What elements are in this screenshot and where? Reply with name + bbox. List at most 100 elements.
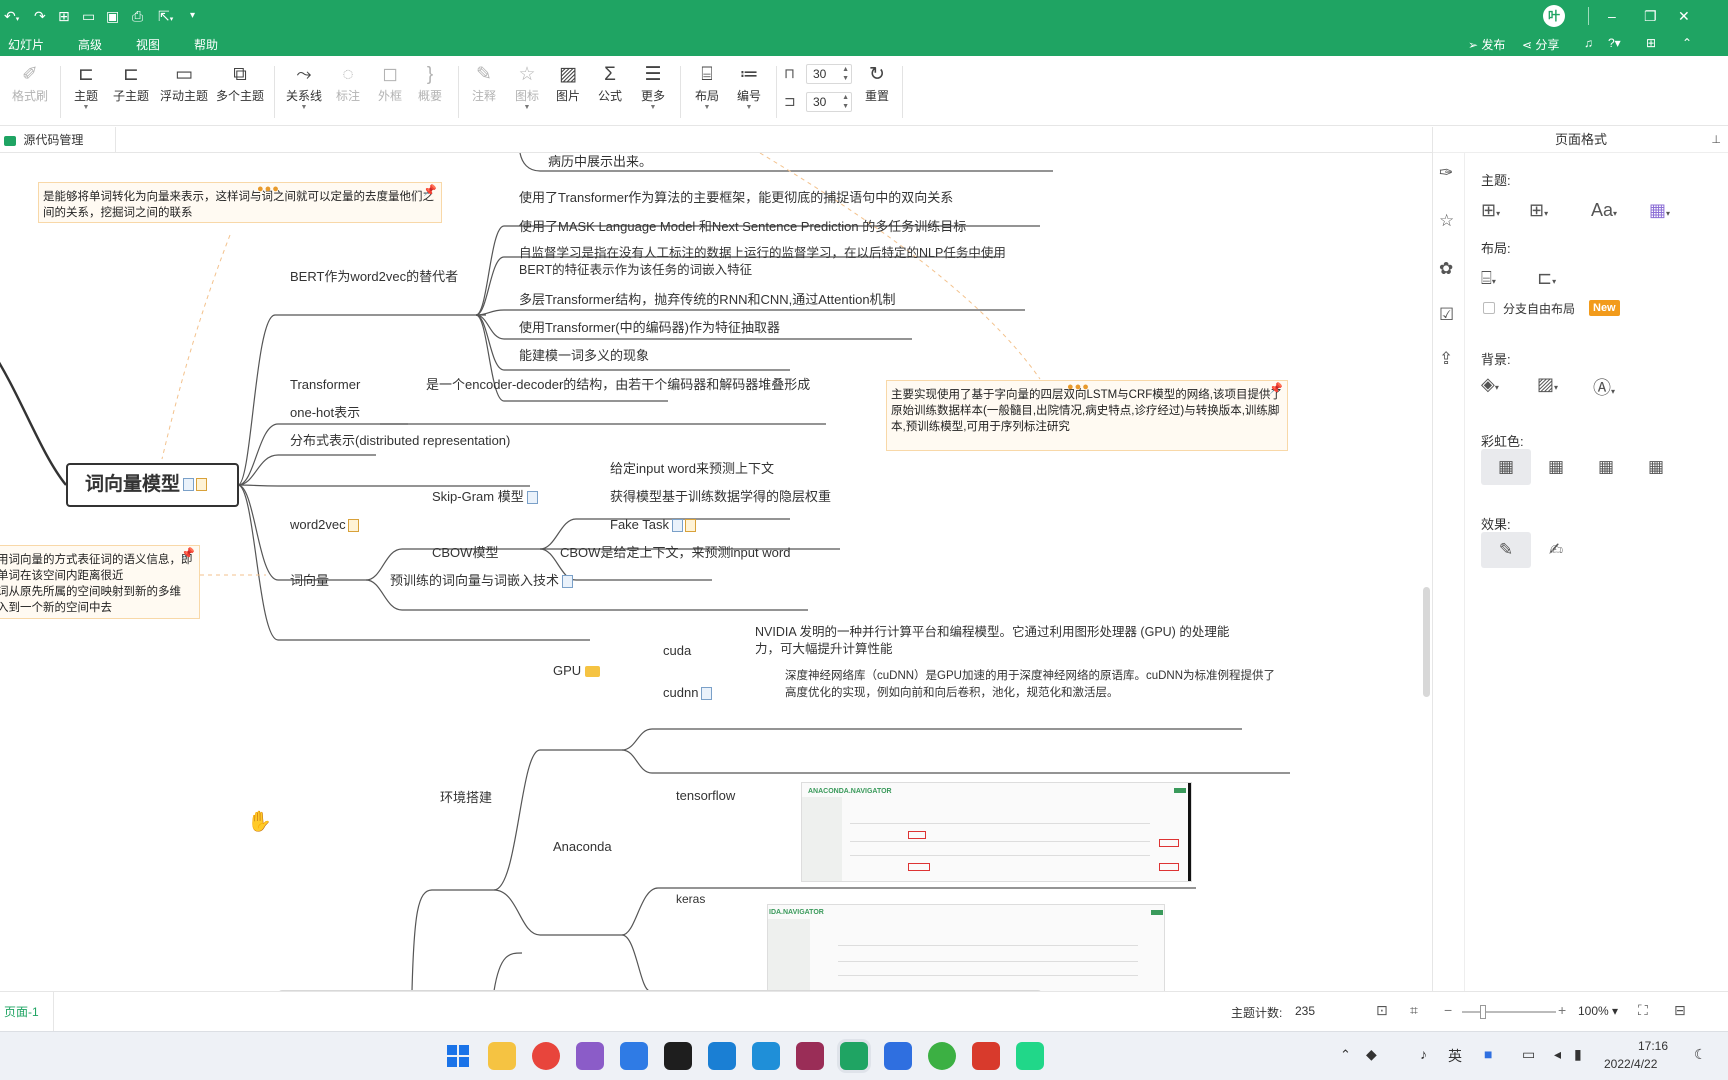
intellij-icon[interactable] (664, 1042, 692, 1070)
note-icon[interactable] (562, 575, 574, 589)
tab-source-control[interactable]: 源代码管理 (0, 127, 116, 153)
topic-tensorflow[interactable]: tensorflow (676, 788, 735, 804)
zoom-slider[interactable] (1462, 1005, 1556, 1019)
rainbow-option-4[interactable]: ▦ (1631, 449, 1681, 485)
multi-topic-button[interactable]: ⧉ 多个主题 (216, 62, 264, 104)
topic-node[interactable]: 预训练的词向量与词嵌入技术 (390, 573, 574, 589)
topic-node[interactable]: 深度神经网络库（cuDNN）是GPU加速的用于深度神经网络的原语库。cuDNN为… (785, 668, 1285, 702)
tray-app-icon-2[interactable]: ■ (1484, 1046, 1492, 1062)
notification-icon[interactable]: ☾ (1694, 1046, 1707, 1063)
font-icon[interactable]: Aa▾ (1591, 200, 1617, 221)
zoom-level[interactable]: 100% ▾ (1578, 1004, 1618, 1018)
folder-icon[interactable] (585, 666, 601, 678)
new-file-icon[interactable]: ⊞ (58, 6, 70, 26)
topic-node[interactable]: 使用Transformer(中的编码器)作为特征抽取器 (519, 320, 780, 336)
link-icon[interactable] (347, 519, 359, 533)
close-icon[interactable]: ✕ (1678, 6, 1690, 26)
rainbow-option-3[interactable]: ▦ (1581, 449, 1631, 485)
pin-panel-icon[interactable]: ⊥ (1711, 127, 1721, 153)
topic-node[interactable]: 使用了MASK Language Model 和Next Sentence Pr… (519, 219, 966, 235)
more-button[interactable]: ☰ 更多 ▼ (631, 62, 675, 112)
note-icon[interactable] (701, 687, 713, 701)
wps-icon[interactable] (972, 1042, 1000, 1070)
topic-cuda[interactable]: cuda (663, 643, 691, 659)
collapse-icon[interactable]: ⌃ (1682, 36, 1692, 50)
app-icon[interactable] (796, 1042, 824, 1070)
clock-date[interactable]: 2022/4/22 (1604, 1057, 1657, 1071)
visual-studio-icon[interactable] (576, 1042, 604, 1070)
summary-button[interactable]: } 概要 (408, 62, 452, 104)
note-icon[interactable] (183, 478, 195, 492)
comment-button[interactable]: ✎ 注释 (462, 62, 506, 104)
link-icon[interactable] (196, 478, 208, 492)
topic-distributed[interactable]: 分布式表示(distributed representation) (290, 433, 510, 449)
outline-icon[interactable]: ⇪ (1439, 349, 1453, 369)
topic-node[interactable]: 能建模一词多义的现象 (519, 348, 649, 364)
topic-node[interactable]: 是一个encoder-decoder的结构，由若干个编码器和解码器堆叠形成 (426, 377, 810, 393)
apps-icon[interactable]: ⊞ (1646, 36, 1656, 50)
wechat-icon[interactable] (928, 1042, 956, 1070)
spinner-arrows-icon[interactable]: ▲ ▼ (842, 65, 849, 83)
topic-gpu[interactable]: GPU (553, 663, 601, 679)
zoom-in-icon[interactable]: + (1558, 1002, 1566, 1018)
drag-handle-icon[interactable]: ●●● (1067, 379, 1090, 395)
style-icon[interactable]: ✑ (1439, 163, 1453, 183)
export-icon[interactable]: ⇱▾ (158, 6, 173, 30)
topic-node[interactable]: 多层Transformer结构，抛弃传统的RNN和CNN,通过Attention… (519, 292, 896, 308)
topic-onehot[interactable]: one-hot表示 (290, 405, 360, 421)
clipart-icon[interactable]: ✿ (1439, 259, 1453, 279)
fill-color-icon[interactable]: ◈▾ (1481, 374, 1499, 395)
rainbow-option-1[interactable]: ▦ (1481, 449, 1531, 485)
vscode-icon[interactable] (708, 1042, 736, 1070)
network-icon[interactable]: ▭ (1522, 1046, 1535, 1063)
restore-icon[interactable]: ❐ (1644, 6, 1657, 26)
open-folder-icon[interactable]: ▭ (82, 6, 95, 26)
subtopic-button[interactable]: ⊏ 子主题 (109, 62, 153, 104)
formula-button[interactable]: Σ 公式 (588, 62, 632, 104)
fit-window-icon[interactable]: ⌗ (1410, 1002, 1418, 1019)
drag-handle-icon[interactable]: ●●● (257, 181, 280, 197)
avatar[interactable]: 叶 (1543, 5, 1565, 27)
undo-icon[interactable]: ↶▾ (4, 6, 19, 30)
floating-note[interactable]: ●●● 📌 主要实现使用了基于字向量的四层双向LSTM与CRF模型的网络,该项目… (886, 380, 1288, 451)
topic-cbow[interactable]: CBOW模型 (432, 545, 498, 561)
layout-structure-icon[interactable]: ⌸▾ (1481, 268, 1496, 289)
topic-fake-task[interactable]: Fake Task (610, 517, 697, 533)
minimize-icon[interactable]: – (1608, 6, 1616, 26)
topic-wordvec[interactable]: 词向量 (290, 573, 329, 589)
start-icon[interactable] (444, 1042, 472, 1070)
note-icon[interactable] (526, 491, 538, 505)
topic-node[interactable]: 给定input word来预测上下文 (610, 461, 774, 477)
theme-structure-icon[interactable]: ⊞▾ (1481, 200, 1500, 221)
mindmap-canvas[interactable]: 病历中展示出来。 ●●● 📌 是能够将单词转化为向量来表示，这样词与词之间就可以… (0, 153, 1432, 991)
color-theme-icon[interactable]: ▦▾ (1649, 200, 1670, 221)
topic-node[interactable]: NVIDIA 发明的一种并行计算平台和编程模型。它通过利用图形处理器 (GPU)… (755, 624, 1245, 658)
topic-node[interactable]: 自监督学习是指在没有人工标注的数据上运行的监督学习，在以后特定的NLP任务中使用… (519, 245, 1025, 279)
chrome-icon[interactable] (532, 1042, 560, 1070)
screenshot-image[interactable]: ANACONDA.NAVIGATOR (801, 782, 1192, 882)
pin-icon[interactable]: 📌 (1269, 381, 1283, 397)
page-tab[interactable]: 页面-1 (4, 992, 54, 1032)
fullscreen-icon[interactable]: ⛶ (1638, 1002, 1648, 1019)
topic-transformer[interactable]: Transformer (290, 377, 360, 393)
image-button[interactable]: ▨ 图片 (546, 62, 590, 104)
tray-chevron-icon[interactable]: ⌃ (1340, 1047, 1351, 1063)
task-icon[interactable]: ☑ (1439, 305, 1454, 325)
link-icon[interactable] (685, 519, 697, 533)
numbering-button[interactable]: ≔ 编号 ▼ (727, 62, 771, 112)
floating-note[interactable]: 📌 用词向量的方式表征词的语义信息，即 单词在该空间内距离很近 词从原先所属的空… (0, 545, 200, 619)
topic-node[interactable]: 病历中展示出来。 (548, 154, 652, 170)
pin-icon[interactable]: 📌 (181, 546, 195, 562)
xmind-icon[interactable] (840, 1042, 868, 1070)
menu-view[interactable]: 视图 (136, 36, 160, 53)
menu-advanced[interactable]: 高级 (78, 36, 102, 53)
topic-cudnn[interactable]: cudnn (663, 685, 713, 701)
floating-note[interactable]: ●●● 📌 是能够将单词转化为向量来表示，这样词与词之间就可以定量的去度量他们之… (38, 182, 442, 223)
pin-icon[interactable]: 📌 (423, 183, 437, 199)
v-spacing-input[interactable]: 30 ▲ ▼ (806, 92, 852, 112)
topic-node[interactable]: 使用了Transformer作为算法的主要框架，能更彻底的捕捉语句中的双向关系 (519, 190, 953, 206)
file-explorer-icon[interactable] (488, 1042, 516, 1070)
topic-button[interactable]: ⊏ 主题 ▼ (64, 62, 108, 112)
topic-env[interactable]: 环境搭建 (440, 790, 492, 806)
h-spacing-input[interactable]: 30 ▲ ▼ (806, 64, 852, 84)
